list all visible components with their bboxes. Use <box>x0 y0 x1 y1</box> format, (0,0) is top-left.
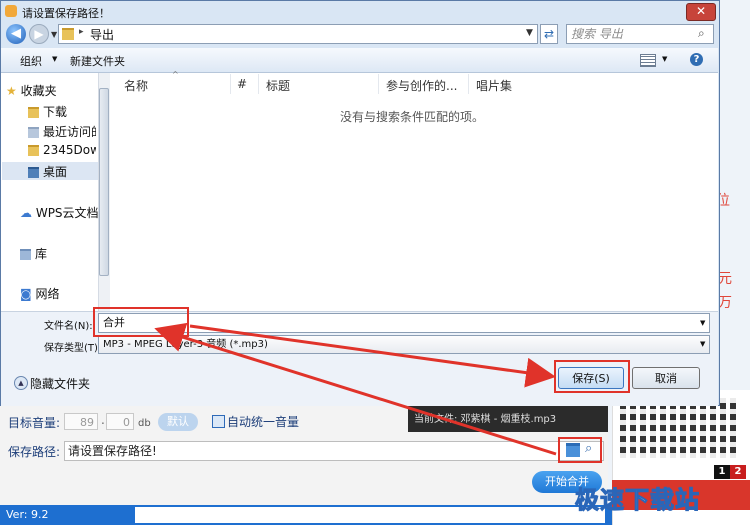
annotation-arrows <box>154 322 557 456</box>
arrow-to-save <box>189 324 556 388</box>
